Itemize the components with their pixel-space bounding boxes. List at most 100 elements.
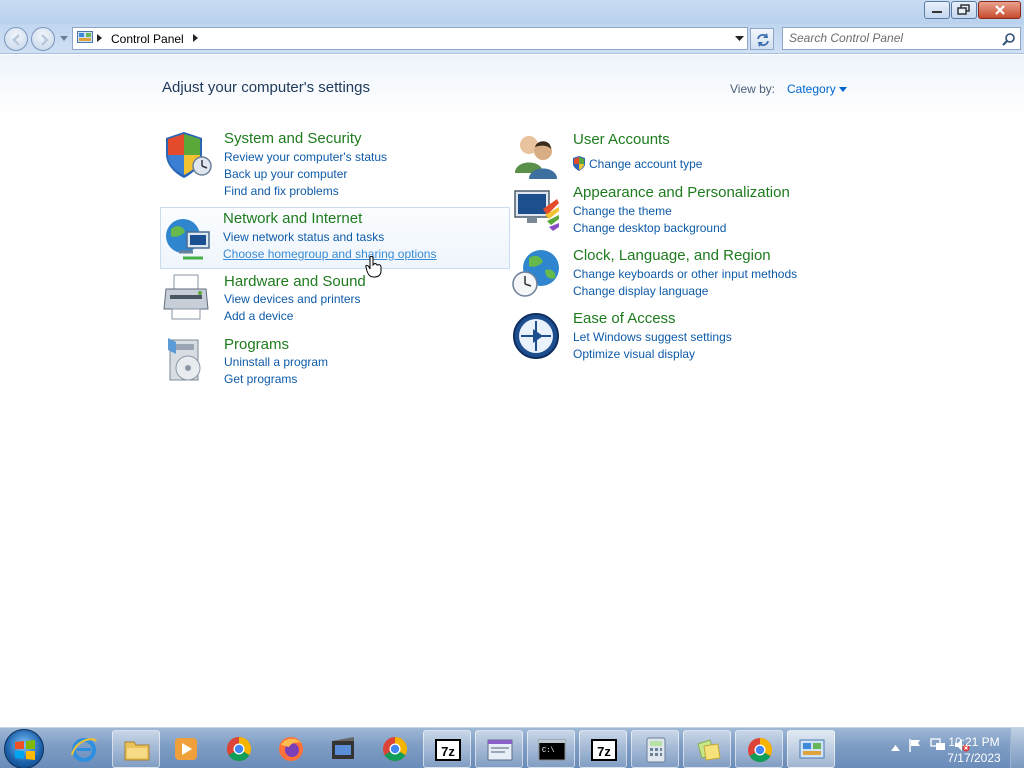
refresh-icon: [757, 33, 769, 47]
start-button[interactable]: [4, 729, 44, 768]
category-title[interactable]: Appearance and Personalization: [573, 184, 790, 201]
refresh-button[interactable]: [750, 28, 774, 50]
cmd-label: C:\: [542, 747, 555, 755]
link-review-status[interactable]: Review your computer's status: [224, 150, 387, 164]
restore-icon: [957, 4, 970, 15]
taskbar-chrome-1[interactable]: [215, 730, 263, 768]
control-panel-icon: [77, 31, 93, 43]
taskbar-media-player[interactable]: [162, 730, 210, 768]
recent-pages-dropdown-icon[interactable]: [60, 36, 68, 42]
category-title[interactable]: Clock, Language, and Region: [573, 247, 771, 264]
shield-icon: [166, 132, 212, 178]
address-bar[interactable]: Control Panel: [72, 27, 748, 50]
taskbar-chrome-3[interactable]: [735, 730, 783, 768]
search-box[interactable]: [782, 27, 1021, 50]
category-network-and-internet[interactable]: Network and Internet View network status…: [160, 207, 510, 269]
show-desktop-button[interactable]: [1010, 728, 1024, 768]
taskbar-firefox[interactable]: [267, 730, 315, 768]
category-appearance-personalization: Appearance and Personalization Change th…: [511, 184, 851, 240]
breadcrumb-arrow-icon[interactable]: [193, 34, 199, 42]
taskbar-window[interactable]: [475, 730, 523, 768]
page-title: Adjust your computer's settings: [162, 79, 370, 96]
link-find-fix-problems[interactable]: Find and fix problems: [224, 184, 339, 198]
category-title[interactable]: Ease of Access: [573, 310, 676, 327]
firefox-icon: [279, 737, 303, 761]
windows-logo-icon: [15, 740, 35, 760]
taskbar: 7z C:\ 7z 10:21 PM 7/17/2023: [0, 727, 1024, 768]
link-change-theme[interactable]: Change the theme: [573, 204, 672, 218]
category-user-accounts: User Accounts Change account type: [511, 131, 851, 181]
taskbar-movie-maker[interactable]: [319, 730, 367, 768]
system-clock[interactable]: 10:21 PM 7/17/2023: [944, 734, 1004, 766]
link-change-account-type[interactable]: Change account type: [589, 157, 702, 171]
category-title[interactable]: User Accounts: [573, 131, 670, 148]
chevron-down-icon: [838, 87, 847, 93]
taskbar-calculator[interactable]: [631, 730, 679, 768]
link-add-device[interactable]: Add a device: [224, 309, 293, 323]
control-panel-icon: [799, 739, 825, 759]
show-hidden-icons-button[interactable]: [891, 740, 900, 754]
link-change-keyboards[interactable]: Change keyboards or other input methods: [573, 267, 797, 281]
address-dropdown-icon[interactable]: [735, 36, 744, 42]
link-homegroup-sharing[interactable]: Choose homegroup and sharing options: [223, 247, 436, 261]
category-title[interactable]: Programs: [224, 336, 289, 353]
sticky-notes-icon: [697, 739, 721, 761]
7zip-label: 7z: [597, 744, 611, 759]
internet-explorer-icon: [71, 738, 97, 762]
view-by-value[interactable]: Category: [787, 82, 836, 96]
hand-cursor-icon: [365, 256, 382, 278]
link-change-desktop-background[interactable]: Change desktop background: [573, 221, 726, 235]
window-icon: [487, 739, 513, 761]
taskbar-7zip-2[interactable]: 7z: [579, 730, 627, 768]
windows-explorer-icon: [124, 741, 150, 761]
category-ease-of-access: Ease of Access Let Windows suggest setti…: [511, 310, 851, 366]
taskbar-windows-explorer[interactable]: [112, 730, 160, 768]
close-button[interactable]: [978, 1, 1021, 19]
taskbar-7zip-1[interactable]: 7z: [423, 730, 471, 768]
search-icon[interactable]: [1002, 32, 1016, 46]
restore-button[interactable]: [951, 1, 977, 19]
forward-arrow-icon: [41, 34, 49, 46]
taskbar-internet-explorer[interactable]: [60, 730, 108, 768]
ease-of-access-icon: [513, 313, 559, 359]
clock-date: 7/17/2023: [947, 751, 1001, 765]
back-arrow-icon: [12, 34, 20, 46]
chrome-icon: [748, 738, 773, 763]
7zip-icon: 7z: [435, 739, 461, 761]
chrome-icon: [383, 737, 408, 762]
search-input[interactable]: [789, 31, 994, 45]
link-view-network-status[interactable]: View network status and tasks: [223, 230, 384, 244]
category-system-and-security: System and Security Review your computer…: [162, 130, 502, 200]
minimize-button[interactable]: [924, 1, 950, 19]
printer-icon: [163, 274, 209, 320]
breadcrumb-arrow-icon[interactable]: [97, 34, 103, 42]
category-hardware-and-sound: Hardware and Sound View devices and prin…: [162, 273, 502, 328]
link-view-devices-printers[interactable]: View devices and printers: [224, 292, 361, 306]
link-optimize-visual-display[interactable]: Optimize visual display: [573, 347, 695, 361]
category-title[interactable]: System and Security: [224, 130, 362, 147]
forward-button[interactable]: [31, 27, 55, 51]
back-button[interactable]: [4, 27, 28, 51]
action-center-flag-icon[interactable]: [908, 738, 922, 755]
taskbar-control-panel[interactable]: [787, 730, 835, 768]
link-get-programs[interactable]: Get programs: [224, 372, 297, 386]
link-back-up[interactable]: Back up your computer: [224, 167, 347, 181]
link-uninstall-program[interactable]: Uninstall a program: [224, 355, 328, 369]
taskbar-sticky-notes[interactable]: [683, 730, 731, 768]
taskbar-chrome-2[interactable]: [371, 730, 419, 768]
taskbar-command-prompt[interactable]: C:\: [527, 730, 575, 768]
movie-maker-icon: [332, 737, 354, 759]
link-windows-suggest-settings[interactable]: Let Windows suggest settings: [573, 330, 732, 344]
category-title[interactable]: Hardware and Sound: [224, 273, 366, 290]
control-panel-content: Adjust your computer's settings View by:…: [0, 55, 1024, 727]
calculator-icon: [646, 737, 666, 763]
clock-time: 10:21 PM: [948, 735, 1000, 749]
link-change-display-language[interactable]: Change display language: [573, 284, 708, 298]
breadcrumb-control-panel[interactable]: Control Panel: [111, 32, 184, 46]
globe-clock-icon: [512, 250, 559, 297]
uac-shield-icon: [573, 156, 585, 171]
window-title-bar: [0, 0, 1024, 24]
category-title[interactable]: Network and Internet: [223, 210, 362, 227]
view-by-dropdown[interactable]: Category: [787, 82, 847, 96]
category-programs: Programs Uninstall a program Get program…: [162, 336, 502, 391]
